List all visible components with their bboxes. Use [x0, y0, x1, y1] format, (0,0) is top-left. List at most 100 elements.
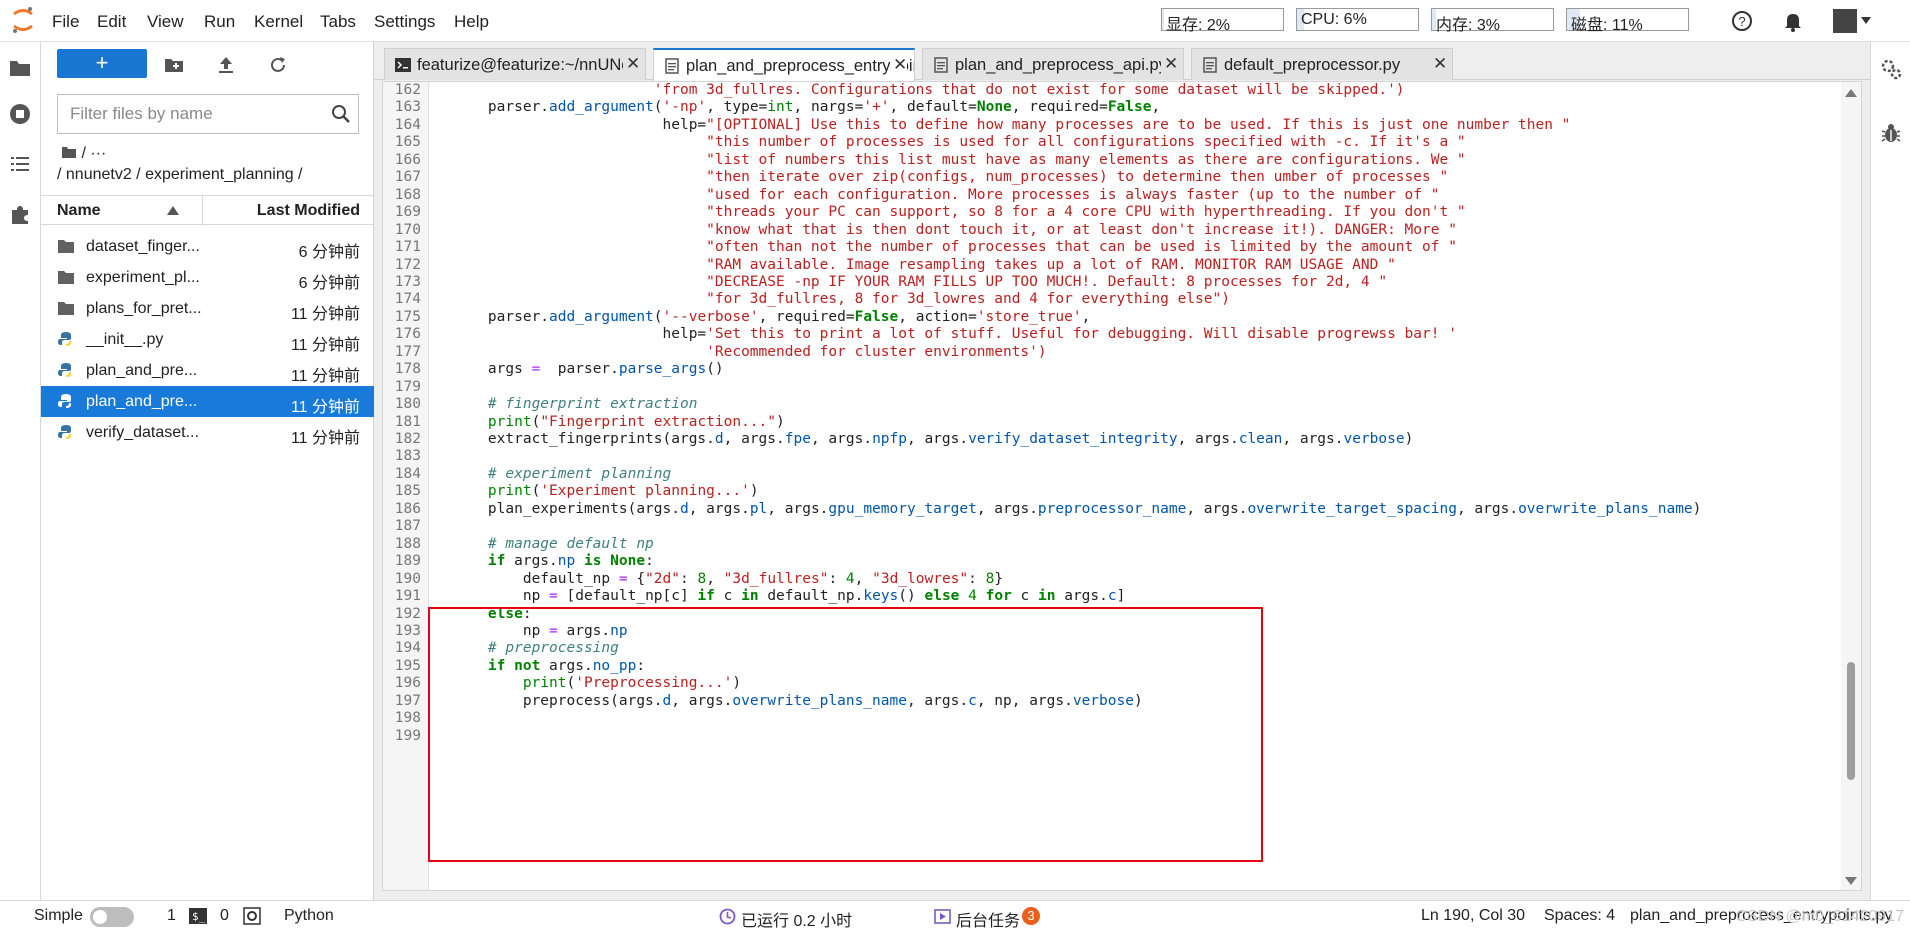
code-token: "know what that is then dont touch it, o…: [453, 221, 1457, 238]
help-icon[interactable]: ?: [1731, 10, 1753, 32]
background-tasks-badge: 3: [1022, 907, 1040, 925]
code-token: {: [627, 570, 646, 587]
filter-files-input[interactable]: [57, 94, 359, 134]
close-icon[interactable]: ✕: [1430, 54, 1448, 74]
simple-mode-label: Simple: [34, 907, 83, 924]
jupyter-logo-icon: [13, 7, 33, 33]
debugger-bug-icon[interactable]: [1880, 122, 1902, 144]
clock-icon: [719, 908, 736, 925]
menu-kernel[interactable]: Kernel: [254, 12, 303, 32]
code-token: d: [679, 500, 689, 517]
menu-run[interactable]: Run: [204, 12, 235, 32]
menu-view[interactable]: View: [147, 12, 184, 32]
code-token: 'Set this to print a lot of stuff. Usefu…: [706, 326, 1457, 343]
breadcrumb-root[interactable]: / ···: [61, 145, 106, 163]
file-row[interactable]: experiment_pl... 6 分钟前: [41, 262, 374, 293]
python-file-icon: [58, 332, 71, 346]
python-file-icon: [58, 363, 71, 377]
property-inspector-gear-icon[interactable]: [1880, 58, 1902, 80]
kernel-count[interactable]: 0: [220, 907, 229, 925]
file-browser-panel: + / ··· / nnunetv2 / experiment_planning…: [41, 42, 374, 900]
tab-label: plan_and_preprocess_api.py: [955, 56, 1167, 74]
code-token: (): [898, 588, 925, 605]
scroll-down-icon[interactable]: [1845, 876, 1857, 886]
table-of-contents-icon[interactable]: [8, 152, 32, 176]
file-row[interactable]: plan_and_pre... 11 分钟前: [41, 386, 374, 417]
close-icon[interactable]: ✕: [1161, 54, 1179, 74]
upload-icon[interactable]: [215, 54, 237, 76]
terminal-count[interactable]: 1: [167, 907, 176, 925]
kernel-name[interactable]: Python: [284, 907, 334, 925]
cpu-indicator: CPU: 6%: [1296, 8, 1419, 31]
chevron-down-icon[interactable]: [1861, 17, 1871, 25]
code-token: (: [653, 308, 663, 325]
code-token: args.: [505, 553, 558, 570]
tab-terminal[interactable]: featurize@featurize:~/nnUNet ✕: [384, 48, 646, 80]
uptime-label: 已运行 0.2 小时: [741, 913, 853, 930]
new-folder-icon[interactable]: [163, 54, 185, 76]
code-token: 8: [697, 570, 707, 587]
file-row[interactable]: plans_for_pret... 11 分钟前: [41, 293, 374, 324]
code-token: "this number of processes is used for al…: [453, 134, 1466, 151]
file-row[interactable]: plan_and_pre... 11 分钟前: [41, 355, 374, 386]
code-token: , nargs=: [793, 99, 864, 116]
code-token: , args.: [1177, 431, 1239, 447]
menu-edit[interactable]: Edit: [97, 12, 126, 32]
code-token: extract_fingerprints(args.: [453, 431, 715, 447]
search-icon: [332, 105, 350, 123]
column-last-modified-header[interactable]: Last Modified: [257, 202, 360, 220]
refresh-icon[interactable]: [267, 54, 289, 76]
code-token: overwrite_target_spacing: [1247, 500, 1457, 517]
code-token: ): [776, 413, 785, 430]
column-name-header[interactable]: Name: [57, 202, 101, 220]
new-launcher-button[interactable]: +: [57, 49, 147, 78]
tab-plan-and-preprocess-entrypoints[interactable]: plan_and_preprocess_entrypoints.py ✕: [653, 48, 915, 81]
code-token: add_argument: [549, 99, 654, 116]
file-row[interactable]: __init__.py 11 分钟前: [41, 324, 374, 355]
menu-tabs[interactable]: Tabs: [320, 12, 356, 32]
close-icon[interactable]: ✕: [890, 55, 908, 75]
avatar[interactable]: [1833, 9, 1857, 33]
background-tasks-label[interactable]: 后台任务: [956, 907, 1020, 931]
code-token: =: [618, 570, 628, 587]
code-token: int: [767, 99, 794, 116]
tab-plan-and-preprocess-api[interactable]: plan_and_preprocess_api.py ✕: [922, 48, 1184, 80]
code-token: c: [1011, 588, 1039, 605]
running-stop-icon[interactable]: [8, 102, 32, 126]
svg-text:?: ?: [1738, 14, 1745, 29]
file-row[interactable]: dataset_finger... 6 分钟前: [41, 231, 374, 262]
menu-settings[interactable]: Settings: [374, 12, 435, 32]
tab-default-preprocessor[interactable]: default_preprocessor.py ✕: [1191, 48, 1453, 80]
code-token: clean: [1238, 431, 1283, 447]
code-token: False: [854, 308, 899, 325]
simple-mode-toggle[interactable]: [90, 907, 134, 927]
file-modified-time: 6 分钟前: [298, 275, 360, 292]
code-token: args.: [1055, 588, 1108, 605]
vertical-scrollbar[interactable]: [1841, 82, 1861, 890]
file-name: plans_for_pret...: [86, 300, 202, 317]
indent-spaces[interactable]: Spaces: 4: [1544, 907, 1615, 925]
file-row[interactable]: verify_dataset... 11 分钟前: [41, 417, 374, 448]
code-token: , args.: [1186, 500, 1248, 517]
code-token: =: [531, 361, 541, 378]
code-token: :: [680, 570, 698, 587]
scrollbar-thumb[interactable]: [1847, 662, 1855, 780]
cursor-position[interactable]: Ln 190, Col 30: [1421, 907, 1525, 925]
code-token: c: [1107, 588, 1117, 605]
watermark: CSDN @m0_61420917: [1735, 908, 1904, 925]
code-token: # fingerprint extraction: [453, 396, 698, 413]
column-divider[interactable]: [202, 196, 203, 226]
scroll-up-icon[interactable]: [1845, 88, 1857, 98]
code-token: , action=: [898, 308, 977, 325]
sort-ascending-icon[interactable]: [167, 205, 179, 215]
breadcrumb[interactable]: / nnunetv2 / experiment_planning /: [57, 166, 303, 184]
folder-icon[interactable]: [8, 56, 32, 80]
notification-bell-icon[interactable]: [1782, 10, 1804, 32]
tab-label: featurize@featurize:~/nnUNet: [417, 56, 636, 74]
background-tasks-icon: [934, 909, 951, 924]
close-icon[interactable]: ✕: [623, 54, 641, 74]
menu-help[interactable]: Help: [454, 12, 489, 32]
code-token: , args.: [906, 431, 969, 447]
extension-puzzle-icon[interactable]: [8, 202, 32, 226]
menu-file[interactable]: File: [52, 12, 79, 32]
